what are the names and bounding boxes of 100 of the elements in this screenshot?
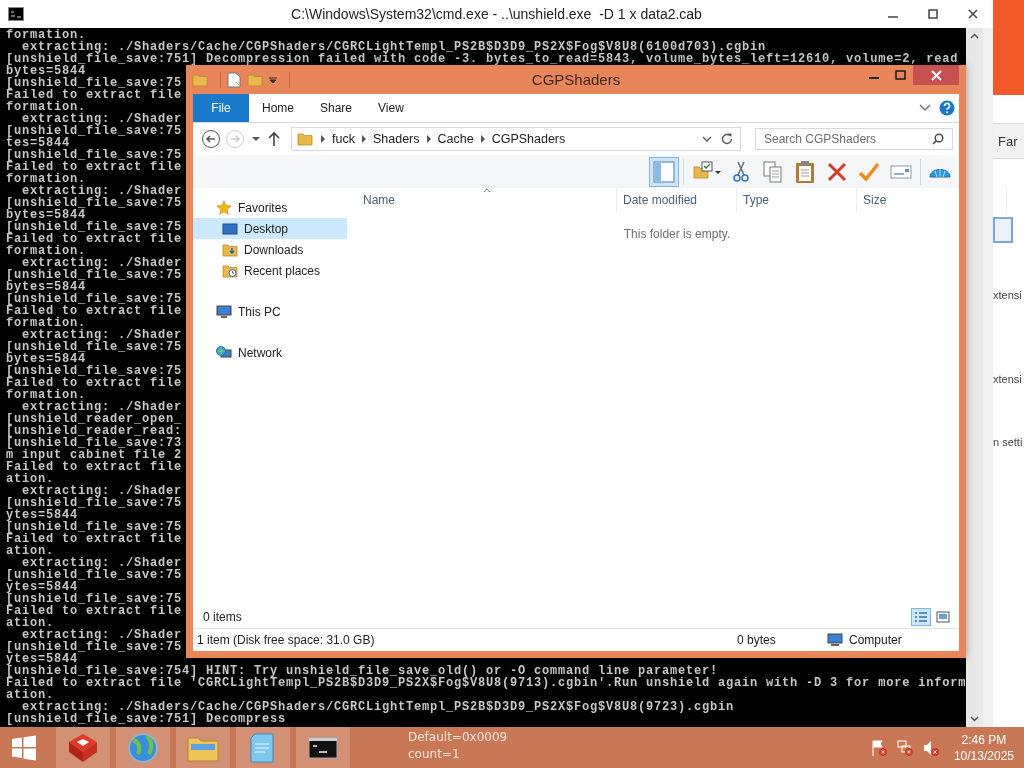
search-field[interactable]: Search CGPShaders [764, 130, 932, 148]
scroll-down-icon[interactable] [970, 716, 979, 722]
console-line: [unshield_file_save:73 [6, 436, 183, 450]
console-line: [unshield_file_save:75 [6, 124, 183, 138]
windows-logo-icon[interactable] [11, 734, 37, 761]
computer-icon [827, 633, 843, 647]
console-line: [unshield_file_save:75 [6, 520, 183, 534]
close-button[interactable] [913, 65, 959, 85]
console-line: Failed to extract file [6, 460, 183, 474]
nav-item[interactable]: Favorites [193, 197, 347, 218]
back-button[interactable] [201, 129, 221, 149]
address-bar[interactable]: fuck Shaders Cache CGPShaders [291, 127, 741, 151]
console-line: formation. [6, 316, 86, 330]
nav-item[interactable]: Downloads [193, 239, 347, 260]
console-line: ation. [6, 544, 54, 558]
maximize-icon[interactable] [894, 70, 906, 80]
folder-icon [296, 131, 314, 147]
nav-item[interactable]: This PC [193, 301, 347, 322]
console-line: Failed to extract file 'CGRCLightTempl_PS2B$D3D9_PS2X$Fog$V8U8(9713).cgbin'.Run unshield again with -D 3 for more inform [6, 676, 967, 690]
network-icon [216, 344, 232, 361]
console-line: bytes=5844 [6, 352, 86, 366]
properties-icon[interactable] [227, 71, 241, 88]
ribbon-tab[interactable]: View [365, 94, 417, 122]
console-icon [8, 7, 24, 21]
breadcrumb-item[interactable]: fuck [328, 132, 359, 146]
folder-download-icon [222, 241, 238, 258]
breadcrumb-item[interactable]: Cache [433, 132, 478, 146]
column-header[interactable]: Name [347, 188, 617, 212]
console-line: extracting: ./Shader [22, 628, 183, 642]
chevron-right-icon[interactable] [425, 135, 432, 143]
overlay-text: count=1 [408, 746, 461, 763]
console-line: extracting: ./Shader [22, 400, 183, 414]
console-line: Failed to extract file [6, 532, 183, 546]
column-header[interactable]: Type [737, 188, 857, 212]
desktop-icon [222, 221, 238, 236]
console-line: extracting: ./Shaders/Cache/CGPShaders/CGRCLightTempl_PS2B$D3D9_PS2X$Fog$V8U8(6100d703).cgbin [22, 40, 767, 54]
toolbox-app-button[interactable] [56, 727, 110, 768]
console-line: Failed to extract file [6, 88, 183, 102]
setting-text: xtensi [993, 289, 1022, 301]
nav-item[interactable]: Desktop [193, 218, 347, 239]
status-text: 1 item (Disk free space: 31.0 GB) [197, 633, 376, 647]
ribbon-tab[interactable]: Home [249, 94, 307, 122]
window-title: C:\Windows\System32\cmd.exe - ..\unshield.exe -D 1 x data2.cab [291, 6, 702, 22]
console-line: formation. [6, 100, 86, 114]
console-line: [unshield_file_save:75 [6, 148, 183, 162]
console-line: [unshield_file_save:75 [6, 568, 183, 582]
status-text: Computer [849, 633, 902, 647]
console-line: [unshield_file_save:75 [6, 364, 183, 378]
breadcrumb-item[interactable]: Shaders [368, 132, 424, 146]
breadcrumb-item[interactable]: CGPShaders [487, 132, 570, 146]
console-line: [unshield_file_save:75 [6, 592, 183, 606]
console-line: formation. [6, 28, 86, 42]
window-title: CGPShaders [531, 71, 621, 88]
console-line: [unshield_file_save:75 [6, 268, 183, 282]
recent-folder-icon [222, 262, 238, 279]
console-line: bytes=5844 [6, 64, 86, 78]
console-line: m input cabinet file 2 [6, 448, 183, 462]
search-icon[interactable] [932, 133, 944, 145]
console-line: tes=5844 [6, 136, 70, 150]
maximize-icon[interactable] [928, 9, 938, 19]
column-header[interactable]: Date modified [617, 188, 737, 212]
help-icon[interactable] [939, 100, 955, 116]
column-header[interactable]: Size [857, 188, 1007, 212]
close-icon[interactable] [968, 9, 978, 19]
setting-text: xtensi [993, 373, 1022, 385]
console-line: bytes=5844 [6, 280, 86, 294]
chevron-right-icon[interactable] [479, 135, 486, 143]
setting-text: n setti [993, 436, 1023, 448]
console-line: ation. [6, 688, 54, 702]
computer-icon [216, 303, 232, 320]
console-line: bytes=5844 [6, 208, 86, 222]
chevron-down-icon[interactable] [919, 104, 931, 112]
console-line: extracting: ./Shaders/Cache/CGPShaders/CGRCLightTempl_PS2B$D3D9_PS2X$Fog$V8U8(9723).cgbin [22, 700, 735, 714]
flag-error-icon[interactable] [869, 738, 888, 757]
console-line: Failed to extract file [6, 160, 183, 174]
console-app-button[interactable] [296, 727, 350, 768]
chevron-right-icon[interactable] [320, 135, 326, 143]
chevron-down-icon[interactable] [702, 136, 712, 142]
console-line: Failed to extract file [6, 304, 183, 318]
console-line: formation. [6, 172, 86, 186]
search-box[interactable]: Search CGPShaders [755, 128, 953, 150]
scroll-up-icon[interactable] [970, 33, 979, 39]
empty-message: This folder is empty. [623, 227, 731, 241]
console-line: Failed to extract file [6, 232, 183, 246]
chevron-right-icon[interactable] [360, 135, 367, 143]
nav-item[interactable]: Recent places [193, 260, 347, 281]
ribbon-tab[interactable]: Share [307, 94, 366, 122]
star-icon [216, 199, 232, 216]
console-line: ation. [6, 472, 54, 486]
network-error-icon[interactable] [895, 738, 914, 757]
console-line: [unshield_file_save:75 [6, 496, 183, 510]
scrollbar[interactable] [966, 28, 983, 727]
refresh-icon[interactable] [720, 132, 734, 146]
file-tab[interactable]: File [193, 94, 249, 122]
console-line: extracting: ./Shader [22, 328, 183, 342]
up-button[interactable] [267, 131, 281, 147]
caret-icon[interactable] [269, 75, 277, 84]
nav-item[interactable]: Network [193, 342, 347, 363]
notepad-app-button[interactable] [236, 727, 290, 768]
console-line: formation. [6, 388, 86, 402]
